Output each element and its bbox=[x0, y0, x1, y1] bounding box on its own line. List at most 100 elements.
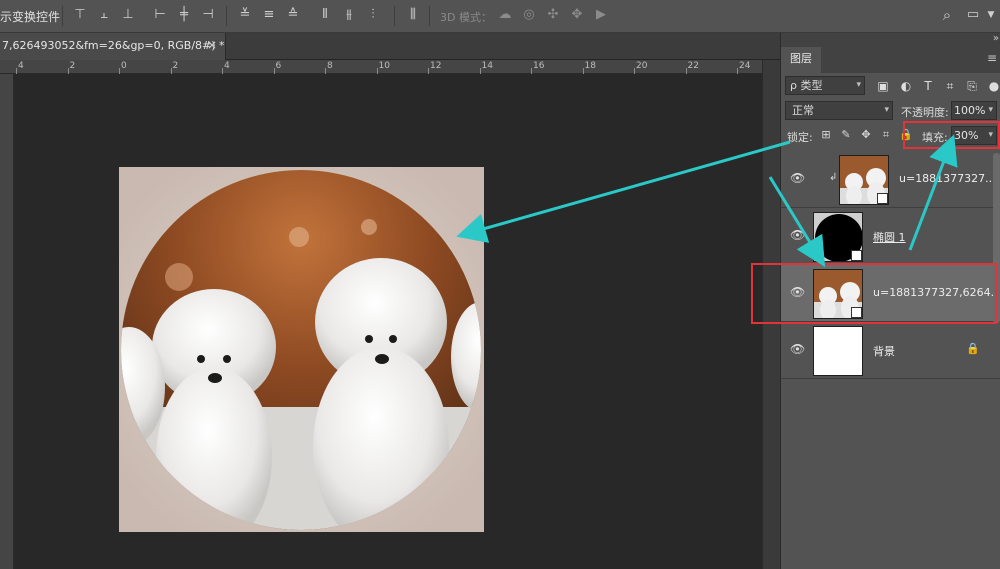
layers-panel: 图层 » ≡ ρ 类型 ▾ ▣ ◐ T ⌗ ⎘ ● 正常 ▾ 不透明度: 100… bbox=[780, 33, 1000, 569]
chevron-down-icon: ▾ bbox=[856, 80, 861, 90]
adjustment-filter-icon[interactable]: ◐ bbox=[899, 79, 913, 93]
vertical-ruler[interactable] bbox=[0, 74, 14, 569]
workspace-icon[interactable]: ▭ bbox=[966, 7, 980, 23]
ruler-label: 4 bbox=[18, 61, 24, 71]
document-image[interactable] bbox=[119, 167, 484, 532]
distribute-horizontal-centers-icon[interactable]: ⫵ bbox=[342, 7, 356, 23]
blend-mode-select[interactable]: 正常 ▾ bbox=[785, 101, 893, 120]
align-top-edges-icon[interactable]: ⊤ bbox=[73, 7, 87, 23]
options-bar: 示变换控件 ⊤ ⫠ ⊥ ⊢ ╪ ⊣ ≚ ≡ ≙ ⫴ ⫵ ⫶ ⫼ 3D 模式： ☁… bbox=[0, 0, 1000, 33]
layer-thumbnail bbox=[839, 155, 889, 205]
ruler-label: 8 bbox=[327, 61, 333, 71]
layer-name[interactable]: 背景 bbox=[873, 343, 895, 359]
filter-kind-label: ρ 类型 bbox=[790, 79, 823, 92]
image-filter-icon[interactable]: ▣ bbox=[876, 79, 890, 93]
layer-thumbnail bbox=[813, 212, 863, 262]
visibility-eye-icon[interactable]: 👁 bbox=[790, 342, 805, 356]
blend-mode-value: 正常 bbox=[792, 104, 814, 117]
layer-filter-select[interactable]: ρ 类型 ▾ bbox=[785, 76, 865, 95]
opacity-label: 不透明度: bbox=[901, 106, 949, 119]
shape-filter-icon[interactable]: ⌗ bbox=[943, 79, 957, 94]
layer-row[interactable]: 👁 椭圆 1 bbox=[781, 208, 1000, 265]
3d-pan-icon[interactable]: ✣ bbox=[546, 7, 560, 23]
close-icon[interactable]: × bbox=[207, 38, 217, 52]
separator bbox=[394, 6, 395, 26]
3d-slide-icon[interactable]: ✥ bbox=[570, 7, 584, 23]
distribute-left-icon[interactable]: ⫴ bbox=[318, 7, 332, 23]
opacity-value: 100% bbox=[954, 104, 986, 117]
ruler-label: 18 bbox=[584, 61, 596, 71]
lock-all-icon[interactable]: 🔒 bbox=[899, 128, 913, 141]
chevron-down-icon[interactable]: ▾ bbox=[988, 127, 993, 144]
show-transform-controls-label[interactable]: 示变换控件 bbox=[0, 8, 60, 25]
layer-name[interactable]: u=1881377327... bbox=[899, 172, 996, 185]
fill-value: 30% bbox=[954, 129, 979, 142]
layer-thumbnail bbox=[813, 326, 863, 376]
document-tab[interactable]: 7,626493052&fm=26&gp=0, RGB/8#) * × bbox=[0, 33, 226, 60]
lock-transparent-icon[interactable]: ⊞ bbox=[819, 128, 833, 141]
lock-position-icon[interactable]: ✥ bbox=[859, 128, 873, 141]
search-icon[interactable]: ⌕ bbox=[940, 7, 954, 23]
align-right-edges-icon[interactable]: ⊣ bbox=[201, 7, 215, 23]
ruler-label: 14 bbox=[481, 61, 493, 71]
distribute-right-icon[interactable]: ⫶ bbox=[366, 7, 380, 23]
lock-icon: 🔒 bbox=[966, 342, 980, 355]
ruler-label: 16 bbox=[533, 61, 545, 71]
layer-thumbnail bbox=[813, 269, 863, 319]
panel-menu-icon[interactable]: ≡ bbox=[987, 51, 997, 65]
lock-artboard-icon[interactable]: ⌗ bbox=[879, 128, 893, 142]
fill-field[interactable]: 30% ▾ bbox=[951, 126, 997, 145]
align-left-edges-icon[interactable]: ⊢ bbox=[153, 7, 167, 23]
tab-layers[interactable]: 图层 bbox=[781, 47, 821, 73]
align-bottom-edges-icon[interactable]: ⊥ bbox=[121, 7, 135, 23]
3d-orbit-icon[interactable]: ☁ bbox=[498, 7, 512, 23]
opacity-field[interactable]: 100% ▾ bbox=[951, 101, 997, 120]
smart-object-badge-icon bbox=[877, 193, 888, 204]
horizontal-ruler[interactable]: 4 2 0 2 4 6 8 10 12 14 16 18 20 22 24 bbox=[0, 60, 762, 74]
separator bbox=[226, 6, 227, 26]
layer-row[interactable]: 👁 背景 🔒 bbox=[781, 322, 1000, 379]
lock-brush-icon[interactable]: ✎ bbox=[839, 128, 853, 141]
lock-label: 锁定: bbox=[787, 131, 813, 144]
distribute-bottom-icon[interactable]: ≙ bbox=[286, 7, 300, 23]
layers-panel-header: 图层 » ≡ bbox=[781, 33, 1000, 73]
collapse-panel-icon[interactable]: » bbox=[993, 33, 999, 44]
layer-row[interactable]: 👁 u=1881377327,6264... bbox=[781, 265, 1000, 322]
distribute-top-icon[interactable]: ≚ bbox=[238, 7, 252, 23]
align-horizontal-centers-icon[interactable]: ╪ bbox=[177, 7, 191, 23]
clipping-mask-icon: ↲ bbox=[829, 172, 838, 183]
3d-scale-icon[interactable]: ▶ bbox=[594, 7, 608, 23]
separator bbox=[62, 6, 63, 26]
visibility-eye-icon[interactable]: 👁 bbox=[790, 285, 805, 299]
filter-toggle-icon[interactable]: ● bbox=[987, 79, 1000, 93]
layer-row[interactable]: 👁 ↲ u=1881377327... bbox=[781, 151, 1000, 208]
ruler-label: 10 bbox=[378, 61, 390, 71]
fill-label: 填充: bbox=[922, 131, 948, 144]
ruler-label: 2 bbox=[172, 61, 179, 71]
layers-scrollbar[interactable] bbox=[993, 153, 1000, 323]
ruler-label: 0 bbox=[121, 61, 127, 71]
type-filter-icon[interactable]: T bbox=[921, 79, 935, 93]
visibility-eye-icon[interactable]: 👁 bbox=[790, 228, 805, 242]
chevron-down-icon[interactable]: ▼ bbox=[984, 7, 998, 23]
smart-object-filter-icon[interactable]: ⎘ bbox=[965, 79, 979, 94]
ruler-label: 24 bbox=[739, 61, 751, 71]
auto-align-layers-icon[interactable]: ⫼ bbox=[406, 7, 420, 23]
chevron-down-icon[interactable]: ▾ bbox=[988, 102, 993, 119]
layer-name[interactable]: u=1881377327,6264... bbox=[873, 286, 1000, 299]
3d-roll-icon[interactable]: ◎ bbox=[522, 7, 536, 23]
visibility-eye-icon[interactable]: 👁 bbox=[790, 171, 805, 185]
ruler-label: 20 bbox=[636, 61, 648, 71]
ruler-label: 4 bbox=[224, 61, 230, 71]
layer-name[interactable]: 椭圆 1 bbox=[873, 229, 906, 245]
ruler-label: 2 bbox=[69, 61, 76, 71]
canvas-vertical-scrollbar[interactable] bbox=[762, 60, 780, 569]
document-tab-bar: 7,626493052&fm=26&gp=0, RGB/8#) * × bbox=[0, 33, 780, 60]
chevron-down-icon: ▾ bbox=[884, 105, 889, 115]
document-tab-title: 7,626493052&fm=26&gp=0, RGB/8#) * bbox=[2, 39, 225, 52]
ruler-label: 12 bbox=[430, 61, 442, 71]
align-vertical-centers-icon[interactable]: ⫠ bbox=[97, 7, 111, 23]
distribute-vertical-centers-icon[interactable]: ≡ bbox=[262, 7, 276, 23]
ruler-label: 22 bbox=[687, 61, 699, 71]
ruler-label: 6 bbox=[275, 61, 282, 71]
